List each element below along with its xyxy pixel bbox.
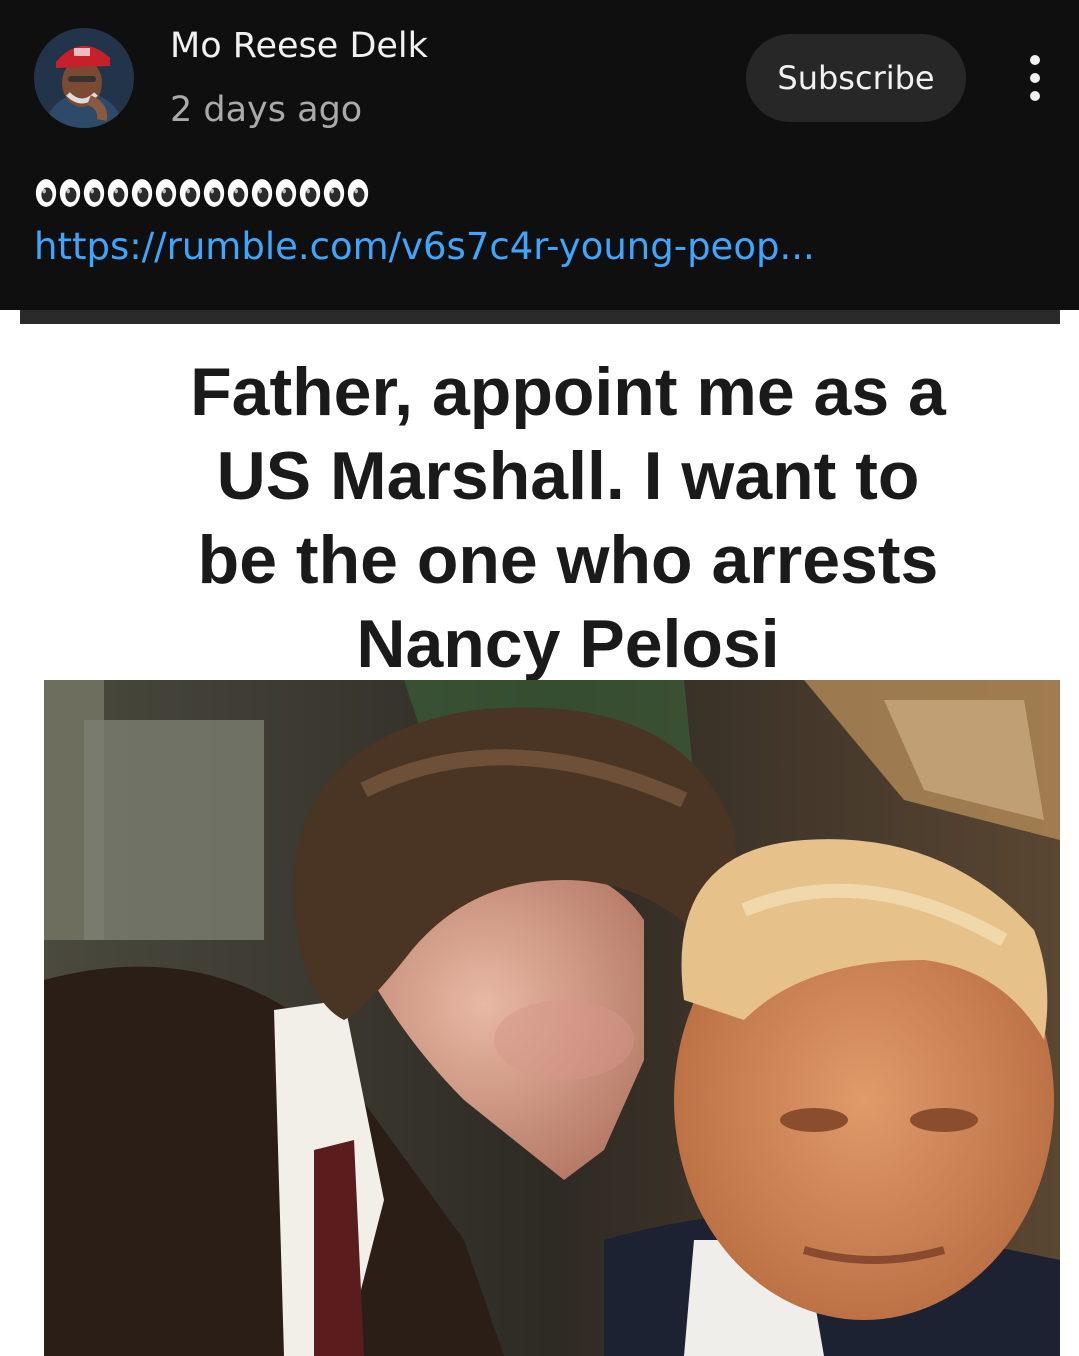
eyes-emoji-icon (107, 179, 129, 207)
meme-caption-line: be the one who arrests (197, 522, 939, 598)
photo-illustration (44, 680, 1060, 1356)
post-header: Mo Reese Delk 2 days ago Subscribe https… (0, 0, 1079, 310)
eyes-emoji-icon (83, 179, 105, 207)
eyes-emoji-icon (251, 179, 273, 207)
channel-name[interactable]: Mo Reese Delk (170, 26, 428, 66)
kebab-menu-icon (1030, 55, 1040, 101)
eyes-emoji-icon (347, 179, 369, 207)
eyes-emoji-icon (155, 179, 177, 207)
image-top-border (20, 310, 1060, 324)
post-image[interactable]: Father, appoint me as a US Marshall. I w… (0, 310, 1079, 1356)
avatar-image (34, 28, 134, 128)
eyes-emoji-icon (227, 179, 249, 207)
more-options-button[interactable] (1010, 50, 1060, 106)
eyes-emoji-icon (275, 179, 297, 207)
eyes-emoji-icon (203, 179, 225, 207)
eyes-emoji-icon (179, 179, 201, 207)
eyes-emoji-icon (35, 179, 57, 207)
meme-caption-line: Nancy Pelosi (356, 606, 780, 682)
meme-caption: Father, appoint me as a US Marshall. I w… (100, 350, 1036, 686)
meme-caption-line: Father, appoint me as a (190, 354, 946, 430)
eyes-emoji-icon (59, 179, 81, 207)
subscribe-button[interactable]: Subscribe (746, 34, 966, 122)
meme-caption-line: US Marshall. I want to (216, 438, 920, 514)
eyes-emoji-icon (131, 179, 153, 207)
eyes-emoji-icon (323, 179, 345, 207)
channel-avatar[interactable] (34, 28, 134, 128)
eyes-emoji-icon (299, 179, 321, 207)
meme-photo (44, 680, 1060, 1356)
eyes-emoji-row (34, 176, 370, 216)
post-link[interactable]: https://rumble.com/v6s7c4r-young-peop... (34, 225, 815, 268)
post-timestamp: 2 days ago (170, 90, 363, 130)
